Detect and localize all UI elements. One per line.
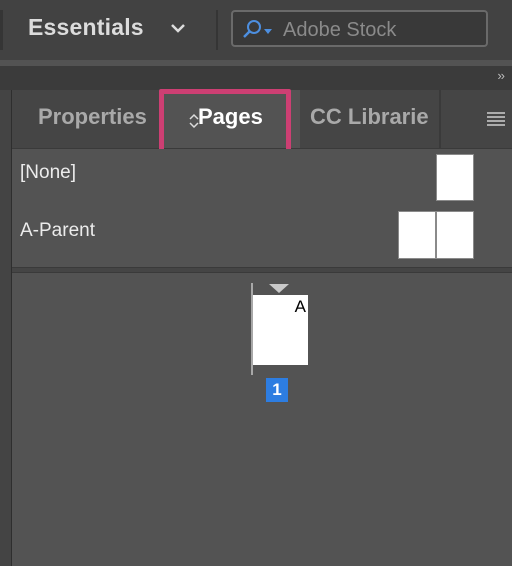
pages-tab-highlight <box>159 89 291 155</box>
app-header: Essentials Adobe Stock <box>0 0 512 60</box>
page-thumbnail[interactable]: A <box>253 295 308 365</box>
parent-label: A-Parent <box>20 220 95 241</box>
collapse-panels-icon[interactable]: ›› <box>497 68 505 83</box>
chevron-down-icon[interactable] <box>170 22 186 34</box>
workspace-switcher[interactable]: Essentials <box>28 14 144 41</box>
tab-divider <box>439 90 441 148</box>
parent-thumbnail[interactable] <box>436 154 474 201</box>
search-placeholder: Adobe Stock <box>283 19 397 41</box>
parent-thumbnail-right[interactable] <box>436 211 474 259</box>
tab-properties[interactable]: Properties <box>38 104 147 130</box>
page-number-label[interactable]: 1 <box>266 378 288 402</box>
parent-label: [None] <box>20 162 76 183</box>
parent-thumbnail-left[interactable] <box>398 211 436 259</box>
spread-indicator-icon <box>269 284 289 293</box>
page-parent-prefix: A <box>294 297 306 316</box>
left-dock <box>0 90 12 566</box>
panel-menu-icon[interactable] <box>486 110 506 126</box>
header-divider <box>216 10 218 50</box>
tab-cc-libraries[interactable]: CC Librarie <box>310 104 438 130</box>
search-input[interactable]: Adobe Stock <box>231 10 488 47</box>
header-divider <box>0 10 3 50</box>
parent-pages-section: [None] A-Parent <box>12 149 512 267</box>
panel-dock-bar: ›› <box>0 66 512 90</box>
search-icon <box>243 20 272 38</box>
